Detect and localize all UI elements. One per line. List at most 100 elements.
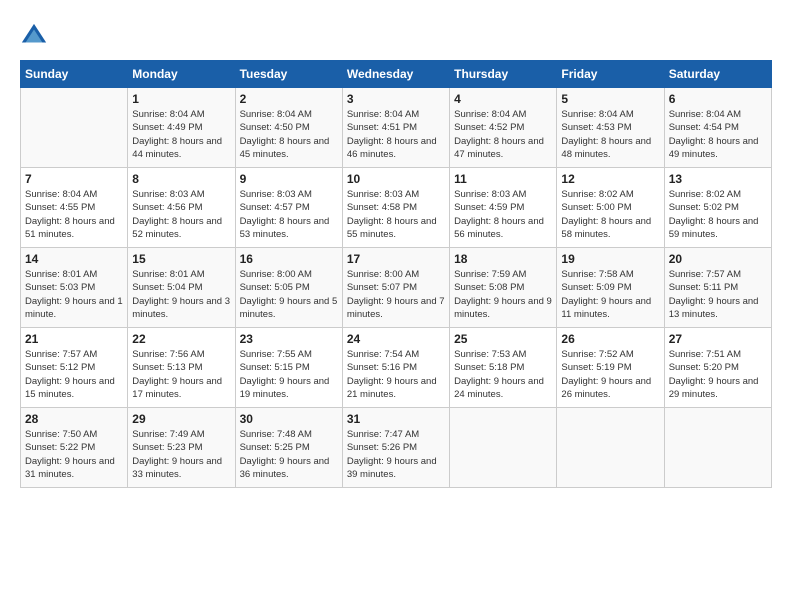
day-info: Sunrise: 8:03 AM Sunset: 4:56 PM Dayligh… bbox=[132, 188, 230, 241]
day-cell: 2 Sunrise: 8:04 AM Sunset: 4:50 PM Daylig… bbox=[235, 88, 342, 168]
day-info: Sunrise: 7:57 AM Sunset: 5:11 PM Dayligh… bbox=[669, 268, 767, 321]
day-cell: 24 Sunrise: 7:54 AM Sunset: 5:16 PM Dayli… bbox=[342, 328, 449, 408]
calendar-table: SundayMondayTuesdayWednesdayThursdayFrid… bbox=[20, 60, 772, 488]
day-cell: 12Sunrise: 8:02 AM Sunset: 5:00 PM Dayli… bbox=[557, 168, 664, 248]
day-cell: 15Sunrise: 8:01 AM Sunset: 5:04 PM Dayli… bbox=[128, 248, 235, 328]
day-info: Sunrise: 8:04 AM Sunset: 4:53 PM Dayligh… bbox=[561, 108, 659, 161]
day-number: 23 bbox=[240, 332, 338, 346]
day-cell: 26Sunrise: 7:52 AM Sunset: 5:19 PM Dayli… bbox=[557, 328, 664, 408]
day-cell bbox=[664, 408, 771, 488]
day-info: Sunrise: 7:55 AM Sunset: 5:15 PM Dayligh… bbox=[240, 348, 338, 401]
column-header-thursday: Thursday bbox=[450, 61, 557, 88]
day-number: 24 bbox=[347, 332, 445, 346]
day-cell: 27 Sunrise: 7:51 AM Sunset: 5:20 PM Dayli… bbox=[664, 328, 771, 408]
day-number: 10 bbox=[347, 172, 445, 186]
day-number: 17 bbox=[347, 252, 445, 266]
day-cell: 21Sunrise: 7:57 AM Sunset: 5:12 PM Dayli… bbox=[21, 328, 128, 408]
day-cell: 20Sunrise: 7:57 AM Sunset: 5:11 PM Dayli… bbox=[664, 248, 771, 328]
day-number: 2 bbox=[240, 92, 338, 106]
day-info: Sunrise: 8:00 AM Sunset: 5:07 PM Dayligh… bbox=[347, 268, 445, 321]
day-info: Sunrise: 7:54 AM Sunset: 5:16 PM Dayligh… bbox=[347, 348, 445, 401]
day-info: Sunrise: 7:58 AM Sunset: 5:09 PM Dayligh… bbox=[561, 268, 659, 321]
day-info: Sunrise: 8:04 AM Sunset: 4:54 PM Dayligh… bbox=[669, 108, 767, 161]
day-cell: 13 Sunrise: 8:02 AM Sunset: 5:02 PM Dayli… bbox=[664, 168, 771, 248]
week-row-5: 28 Sunrise: 7:50 AM Sunset: 5:22 PM Dayli… bbox=[21, 408, 772, 488]
day-number: 18 bbox=[454, 252, 552, 266]
week-row-3: 14 Sunrise: 8:01 AM Sunset: 5:03 PM Dayli… bbox=[21, 248, 772, 328]
day-number: 3 bbox=[347, 92, 445, 106]
day-number: 5 bbox=[561, 92, 659, 106]
day-number: 28 bbox=[25, 412, 123, 426]
day-cell: 16 Sunrise: 8:00 AM Sunset: 5:05 PM Dayli… bbox=[235, 248, 342, 328]
column-header-monday: Monday bbox=[128, 61, 235, 88]
day-cell: 5 Sunrise: 8:04 AM Sunset: 4:53 PM Daylig… bbox=[557, 88, 664, 168]
column-header-saturday: Saturday bbox=[664, 61, 771, 88]
calendar-body: 1 Sunrise: 8:04 AM Sunset: 4:49 PM Daylig… bbox=[21, 88, 772, 488]
day-number: 19 bbox=[561, 252, 659, 266]
day-cell: 3Sunrise: 8:04 AM Sunset: 4:51 PM Daylig… bbox=[342, 88, 449, 168]
day-info: Sunrise: 8:03 AM Sunset: 4:59 PM Dayligh… bbox=[454, 188, 552, 241]
day-info: Sunrise: 8:04 AM Sunset: 4:50 PM Dayligh… bbox=[240, 108, 338, 161]
day-cell: 9 Sunrise: 8:03 AM Sunset: 4:57 PM Daylig… bbox=[235, 168, 342, 248]
day-number: 27 bbox=[669, 332, 767, 346]
day-info: Sunrise: 7:47 AM Sunset: 5:26 PM Dayligh… bbox=[347, 428, 445, 481]
logo bbox=[20, 20, 52, 50]
day-info: Sunrise: 8:03 AM Sunset: 4:57 PM Dayligh… bbox=[240, 188, 338, 241]
day-cell: 28 Sunrise: 7:50 AM Sunset: 5:22 PM Dayli… bbox=[21, 408, 128, 488]
day-number: 31 bbox=[347, 412, 445, 426]
day-cell: 23 Sunrise: 7:55 AM Sunset: 5:15 PM Dayli… bbox=[235, 328, 342, 408]
day-info: Sunrise: 7:59 AM Sunset: 5:08 PM Dayligh… bbox=[454, 268, 552, 321]
day-number: 30 bbox=[240, 412, 338, 426]
day-cell: 22 Sunrise: 7:56 AM Sunset: 5:13 PM Dayli… bbox=[128, 328, 235, 408]
column-header-wednesday: Wednesday bbox=[342, 61, 449, 88]
day-cell: 29 Sunrise: 7:49 AM Sunset: 5:23 PM Dayli… bbox=[128, 408, 235, 488]
day-cell: 4 Sunrise: 8:04 AM Sunset: 4:52 PM Daylig… bbox=[450, 88, 557, 168]
week-row-2: 7Sunrise: 8:04 AM Sunset: 4:55 PM Daylig… bbox=[21, 168, 772, 248]
day-number: 8 bbox=[132, 172, 230, 186]
day-number: 13 bbox=[669, 172, 767, 186]
day-info: Sunrise: 8:01 AM Sunset: 5:04 PM Dayligh… bbox=[132, 268, 230, 321]
day-cell bbox=[450, 408, 557, 488]
day-info: Sunrise: 7:53 AM Sunset: 5:18 PM Dayligh… bbox=[454, 348, 552, 401]
day-number: 26 bbox=[561, 332, 659, 346]
page-header bbox=[20, 20, 772, 50]
day-cell: 7Sunrise: 8:04 AM Sunset: 4:55 PM Daylig… bbox=[21, 168, 128, 248]
day-info: Sunrise: 8:00 AM Sunset: 5:05 PM Dayligh… bbox=[240, 268, 338, 321]
day-info: Sunrise: 7:50 AM Sunset: 5:22 PM Dayligh… bbox=[25, 428, 123, 481]
day-cell: 17 Sunrise: 8:00 AM Sunset: 5:07 PM Dayli… bbox=[342, 248, 449, 328]
day-info: Sunrise: 7:49 AM Sunset: 5:23 PM Dayligh… bbox=[132, 428, 230, 481]
day-info: Sunrise: 8:01 AM Sunset: 5:03 PM Dayligh… bbox=[25, 268, 123, 321]
day-number: 29 bbox=[132, 412, 230, 426]
day-cell bbox=[557, 408, 664, 488]
day-info: Sunrise: 7:56 AM Sunset: 5:13 PM Dayligh… bbox=[132, 348, 230, 401]
day-cell: 11Sunrise: 8:03 AM Sunset: 4:59 PM Dayli… bbox=[450, 168, 557, 248]
column-header-friday: Friday bbox=[557, 61, 664, 88]
day-number: 4 bbox=[454, 92, 552, 106]
day-number: 25 bbox=[454, 332, 552, 346]
calendar-header: SundayMondayTuesdayWednesdayThursdayFrid… bbox=[21, 61, 772, 88]
day-cell: 6 Sunrise: 8:04 AM Sunset: 4:54 PM Daylig… bbox=[664, 88, 771, 168]
day-info: Sunrise: 8:04 AM Sunset: 4:52 PM Dayligh… bbox=[454, 108, 552, 161]
day-info: Sunrise: 8:04 AM Sunset: 4:55 PM Dayligh… bbox=[25, 188, 123, 241]
day-cell: 8 Sunrise: 8:03 AM Sunset: 4:56 PM Daylig… bbox=[128, 168, 235, 248]
day-cell: 18 Sunrise: 7:59 AM Sunset: 5:08 PM Dayli… bbox=[450, 248, 557, 328]
day-info: Sunrise: 8:04 AM Sunset: 4:49 PM Dayligh… bbox=[132, 108, 230, 161]
day-number: 9 bbox=[240, 172, 338, 186]
day-info: Sunrise: 8:02 AM Sunset: 5:02 PM Dayligh… bbox=[669, 188, 767, 241]
day-number: 14 bbox=[25, 252, 123, 266]
day-number: 6 bbox=[669, 92, 767, 106]
day-info: Sunrise: 7:51 AM Sunset: 5:20 PM Dayligh… bbox=[669, 348, 767, 401]
column-header-sunday: Sunday bbox=[21, 61, 128, 88]
day-number: 21 bbox=[25, 332, 123, 346]
day-number: 1 bbox=[132, 92, 230, 106]
day-cell: 14 Sunrise: 8:01 AM Sunset: 5:03 PM Dayli… bbox=[21, 248, 128, 328]
day-number: 12 bbox=[561, 172, 659, 186]
day-cell: 1 Sunrise: 8:04 AM Sunset: 4:49 PM Daylig… bbox=[128, 88, 235, 168]
header-row: SundayMondayTuesdayWednesdayThursdayFrid… bbox=[21, 61, 772, 88]
logo-icon bbox=[20, 22, 48, 50]
day-number: 16 bbox=[240, 252, 338, 266]
day-number: 22 bbox=[132, 332, 230, 346]
day-info: Sunrise: 8:03 AM Sunset: 4:58 PM Dayligh… bbox=[347, 188, 445, 241]
week-row-1: 1 Sunrise: 8:04 AM Sunset: 4:49 PM Daylig… bbox=[21, 88, 772, 168]
day-cell: 19 Sunrise: 7:58 AM Sunset: 5:09 PM Dayli… bbox=[557, 248, 664, 328]
